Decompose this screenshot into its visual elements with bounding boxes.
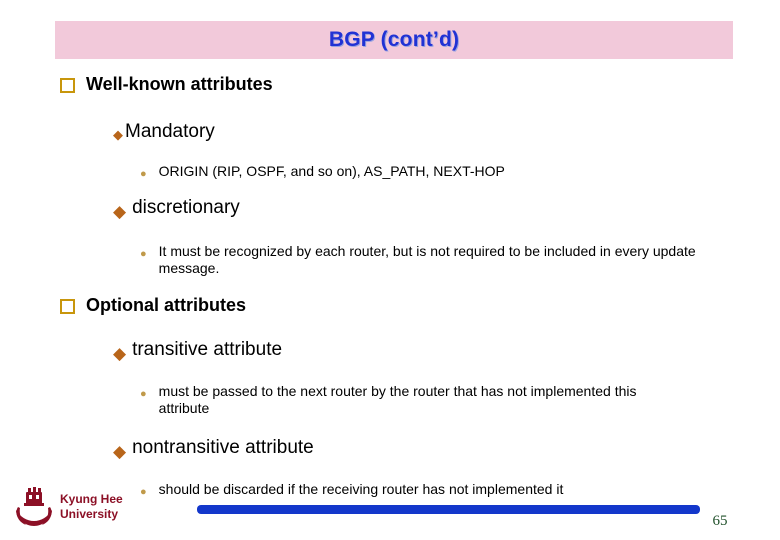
section-heading-well-known-attributes: Well-known attributes: [60, 74, 273, 94]
detail-text: should be discarded if the receiving rou…: [158, 481, 564, 497]
detail-text: It must be recognized by each router, bu…: [158, 243, 696, 276]
slide-title-banner: BGP (cont’d): [55, 21, 733, 59]
subitem-label: transitive attribute: [132, 339, 283, 360]
kyung-hee-crest-icon: [12, 486, 56, 528]
round-bullet-icon: ●: [140, 388, 147, 400]
subitem-label: nontransitive attribute: [132, 437, 314, 458]
subitem-mandatory: ◆ Mandatory: [113, 121, 215, 143]
round-bullet-icon: ●: [140, 168, 147, 180]
detail-text: must be passed to the next router by the…: [158, 383, 637, 416]
subitem-discretionary: ◆ discretionary: [113, 197, 240, 220]
diamond-bullet-icon: ◆: [113, 442, 127, 461]
square-bullet-icon: [60, 299, 75, 314]
detail-recognized-by-each-router: ● It must be recognized by each router, …: [140, 243, 740, 277]
detail-should-be-discarded: ● should be discarded if the receiving r…: [140, 481, 740, 498]
diamond-bullet-icon: ◆: [113, 127, 123, 142]
detail-origin-aspath-nexthop: ● ORIGIN (RIP, OSPF, and so on), AS_PATH…: [140, 163, 740, 180]
diamond-bullet-icon: ◆: [113, 344, 127, 363]
diamond-bullet-icon: ◆: [113, 202, 127, 221]
subitem-label: discretionary: [132, 197, 240, 218]
detail-text: ORIGIN (RIP, OSPF, and so on), AS_PATH, …: [158, 163, 505, 179]
round-bullet-icon: ●: [140, 248, 147, 260]
page-number: 65: [712, 513, 728, 529]
section-heading-label: Well-known attributes: [86, 74, 273, 94]
subitem-label: Mandatory: [125, 121, 215, 142]
section-heading-optional-attributes: Optional attributes: [60, 295, 246, 315]
footer-divider-bar: [197, 505, 700, 514]
subitem-transitive-attribute: ◆ transitive attribute: [113, 339, 282, 362]
university-logo: Kyung Hee University: [12, 486, 123, 528]
detail-must-be-passed: ● must be passed to the next router by t…: [140, 383, 652, 417]
square-bullet-icon: [60, 78, 75, 93]
section-heading-label: Optional attributes: [86, 295, 247, 315]
university-name-line1: Kyung Hee: [60, 492, 123, 506]
round-bullet-icon: ●: [140, 486, 147, 498]
subitem-nontransitive-attribute: ◆ nontransitive attribute: [113, 437, 314, 460]
university-name-line2: University: [60, 507, 119, 521]
university-name: Kyung Hee University: [60, 492, 123, 522]
page-title: BGP (cont’d): [328, 28, 460, 51]
